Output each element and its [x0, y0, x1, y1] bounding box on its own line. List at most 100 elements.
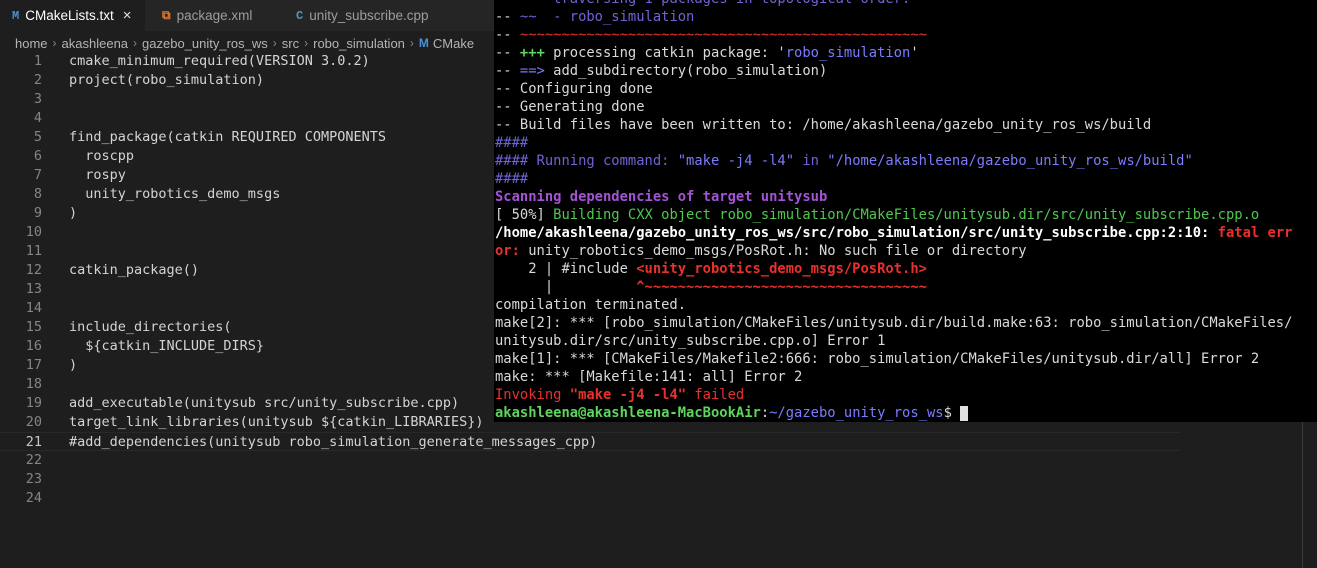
code-line[interactable]: 21 #add_dependencies(unitysub robo_simula…: [0, 432, 1180, 451]
terminal-window[interactable]: -- ~~ traversing 1 packages in topologic…: [494, 0, 1317, 422]
line-number: 7: [33, 167, 42, 183]
line-number: 19: [25, 395, 42, 411]
line-number: 4: [33, 110, 42, 126]
terminal-text: "make -j4 -l4": [677, 153, 795, 169]
code-text: ): [69, 205, 78, 221]
terminal-text: processing catkin package: ': [544, 45, 786, 61]
terminal-line: [ 50%] Building CXX object robo_simulati…: [495, 206, 1259, 224]
chevron-right-icon: ›: [272, 36, 277, 50]
terminal-line: | ^~~~~~~~~~~~~~~~~~~~~~~~~~~~~~~~~~~: [495, 278, 927, 296]
terminal-line: -- Build files have been written to: /ho…: [495, 116, 1151, 134]
tab-cmakelists[interactable]: M CMakeLists.txt ×: [0, 0, 145, 31]
terminal-line: -- +++ processing catkin package: 'robo_…: [495, 44, 919, 62]
tab-label: unity_subscribe.cpp: [309, 8, 429, 23]
line-number: 14: [25, 300, 42, 316]
terminal-text: #### Running command:: [495, 153, 678, 169]
line-number: 12: [25, 262, 42, 278]
terminal-text: ####: [495, 171, 529, 187]
line-number: 9: [33, 205, 42, 221]
terminal-text: make[2]: *** [robo_simulation/CMakeFiles…: [495, 315, 1293, 331]
breadcrumb-item[interactable]: home: [15, 36, 48, 51]
code-text: cmake_minimum_required(VERSION 3.0.2): [69, 53, 370, 69]
terminal-line: -- ~~ - robo_simulation: [495, 8, 694, 26]
terminal-text: :: [760, 405, 770, 421]
terminal-text: ~~~~~~~~~~~~~~~~~~~~~~~~~~~~~~~~~~~~~~~~…: [519, 27, 927, 43]
terminal-text: -- Configuring done: [495, 81, 653, 97]
terminal-text: /home/akashleena/gazebo_unity_ros_ws/src…: [495, 225, 1218, 241]
terminal-text: ': [910, 45, 919, 61]
breadcrumb: home › akashleena › gazebo_unity_ros_ws …: [15, 33, 474, 53]
tab-unity-subscribe-cpp[interactable]: C unity_subscribe.cpp: [284, 0, 456, 31]
tab-label: CMakeLists.txt: [25, 8, 114, 23]
line-number: 6: [33, 148, 42, 164]
close-icon[interactable]: ×: [123, 7, 132, 24]
terminal-text: unitysub.dir/src/unity_subscribe.cpp.o] …: [495, 333, 886, 349]
terminal-text: akashleena@akashleena-MacBookAir: [495, 405, 761, 421]
terminal-text: failed: [686, 387, 745, 403]
terminal-text: ^~~~~~~~~~~~~~~~~~~~~~~~~~~~~~~~~~~: [636, 279, 927, 295]
terminal-line: or: unity_robotics_demo_msgs/PosRot.h: N…: [495, 242, 1027, 260]
terminal-text: robo_simulation: [785, 45, 911, 61]
terminal-text: Scanning dependencies of target unitysub: [495, 189, 828, 205]
breadcrumb-item[interactable]: src: [282, 36, 299, 51]
breadcrumb-item[interactable]: CMake: [433, 36, 474, 51]
code-text: find_package(catkin REQUIRED COMPONENTS: [69, 129, 386, 145]
line-number: 10: [25, 224, 42, 240]
terminal-text: --: [495, 9, 520, 25]
breadcrumb-item[interactable]: gazebo_unity_ros_ws: [142, 36, 268, 51]
line-number: 15: [25, 319, 42, 335]
terminal-line: -- Generating done: [495, 98, 645, 116]
code-line[interactable]: 22: [0, 451, 1180, 470]
terminal-text: add_subdirectory(robo_simulation): [544, 63, 828, 79]
line-number: 24: [25, 490, 42, 506]
breadcrumb-item[interactable]: robo_simulation: [313, 36, 405, 51]
tab-package-xml[interactable]: ⧉ package.xml: [150, 0, 280, 31]
terminal-text: compilation terminated.: [495, 297, 687, 313]
code-text: catkin_package(): [69, 262, 200, 278]
chevron-right-icon: ›: [304, 36, 309, 50]
code-text: roscpp: [69, 148, 135, 164]
terminal-text: in: [794, 153, 828, 169]
terminal-text: "/home/akashleena/gazebo_unity_ros_ws/bu…: [827, 153, 1193, 169]
terminal-text: --: [495, 63, 520, 79]
terminal-text: "make -j4 -l4": [569, 387, 687, 403]
terminal-text: |: [495, 279, 637, 295]
terminal-text: ~~ -: [519, 9, 570, 25]
terminal-text: fatal err: [1217, 225, 1293, 241]
code-text: target_link_libraries(unitysub ${catkin_…: [69, 414, 484, 430]
code-text: ${catkin_INCLUDE_DIRS}: [69, 338, 265, 354]
line-number: 16: [25, 338, 42, 354]
code-text: unity_robotics_demo_msgs: [69, 186, 281, 202]
xml-file-icon: ⧉: [162, 8, 171, 23]
terminal-line: ####: [495, 134, 528, 152]
terminal-text: ==>: [519, 63, 545, 79]
terminal-text: ####: [495, 135, 529, 151]
terminal-text: --: [495, 45, 520, 61]
terminal-text: Building CXX object robo_simulation/CMak…: [553, 207, 1260, 223]
line-number: 21: [25, 434, 42, 450]
line-number: 1: [33, 53, 42, 69]
code-line[interactable]: 23: [0, 470, 1180, 489]
line-number: 18: [25, 376, 42, 392]
tab-label: package.xml: [176, 8, 253, 23]
line-number: 3: [33, 91, 42, 107]
line-number: 5: [33, 129, 42, 145]
line-number: 8: [33, 186, 42, 202]
terminal-line: /home/akashleena/gazebo_unity_ros_ws/src…: [495, 224, 1292, 242]
terminal-text: or:: [495, 243, 520, 259]
cmake-file-icon: M: [12, 8, 20, 23]
terminal-text: +++: [519, 45, 545, 61]
terminal-text: ~/gazebo_unity_ros_ws: [769, 405, 944, 421]
breadcrumb-item[interactable]: akashleena: [62, 36, 129, 51]
terminal-text: [ 50%]: [495, 207, 554, 223]
terminal-line: make: *** [Makefile:141: all] Error 2: [495, 368, 802, 386]
terminal-text: --: [495, 0, 520, 7]
chevron-right-icon: ›: [409, 36, 414, 50]
terminal-text: 2 | #include: [495, 261, 637, 277]
terminal-line: -- ~~ traversing 1 packages in topologic…: [495, 0, 910, 8]
line-number: 22: [25, 452, 42, 468]
cpp-file-icon: C: [296, 8, 304, 23]
line-number: 13: [25, 281, 42, 297]
code-line[interactable]: 24: [0, 489, 1180, 508]
terminal-text: -- Build files have been written to: /ho…: [495, 117, 1152, 133]
